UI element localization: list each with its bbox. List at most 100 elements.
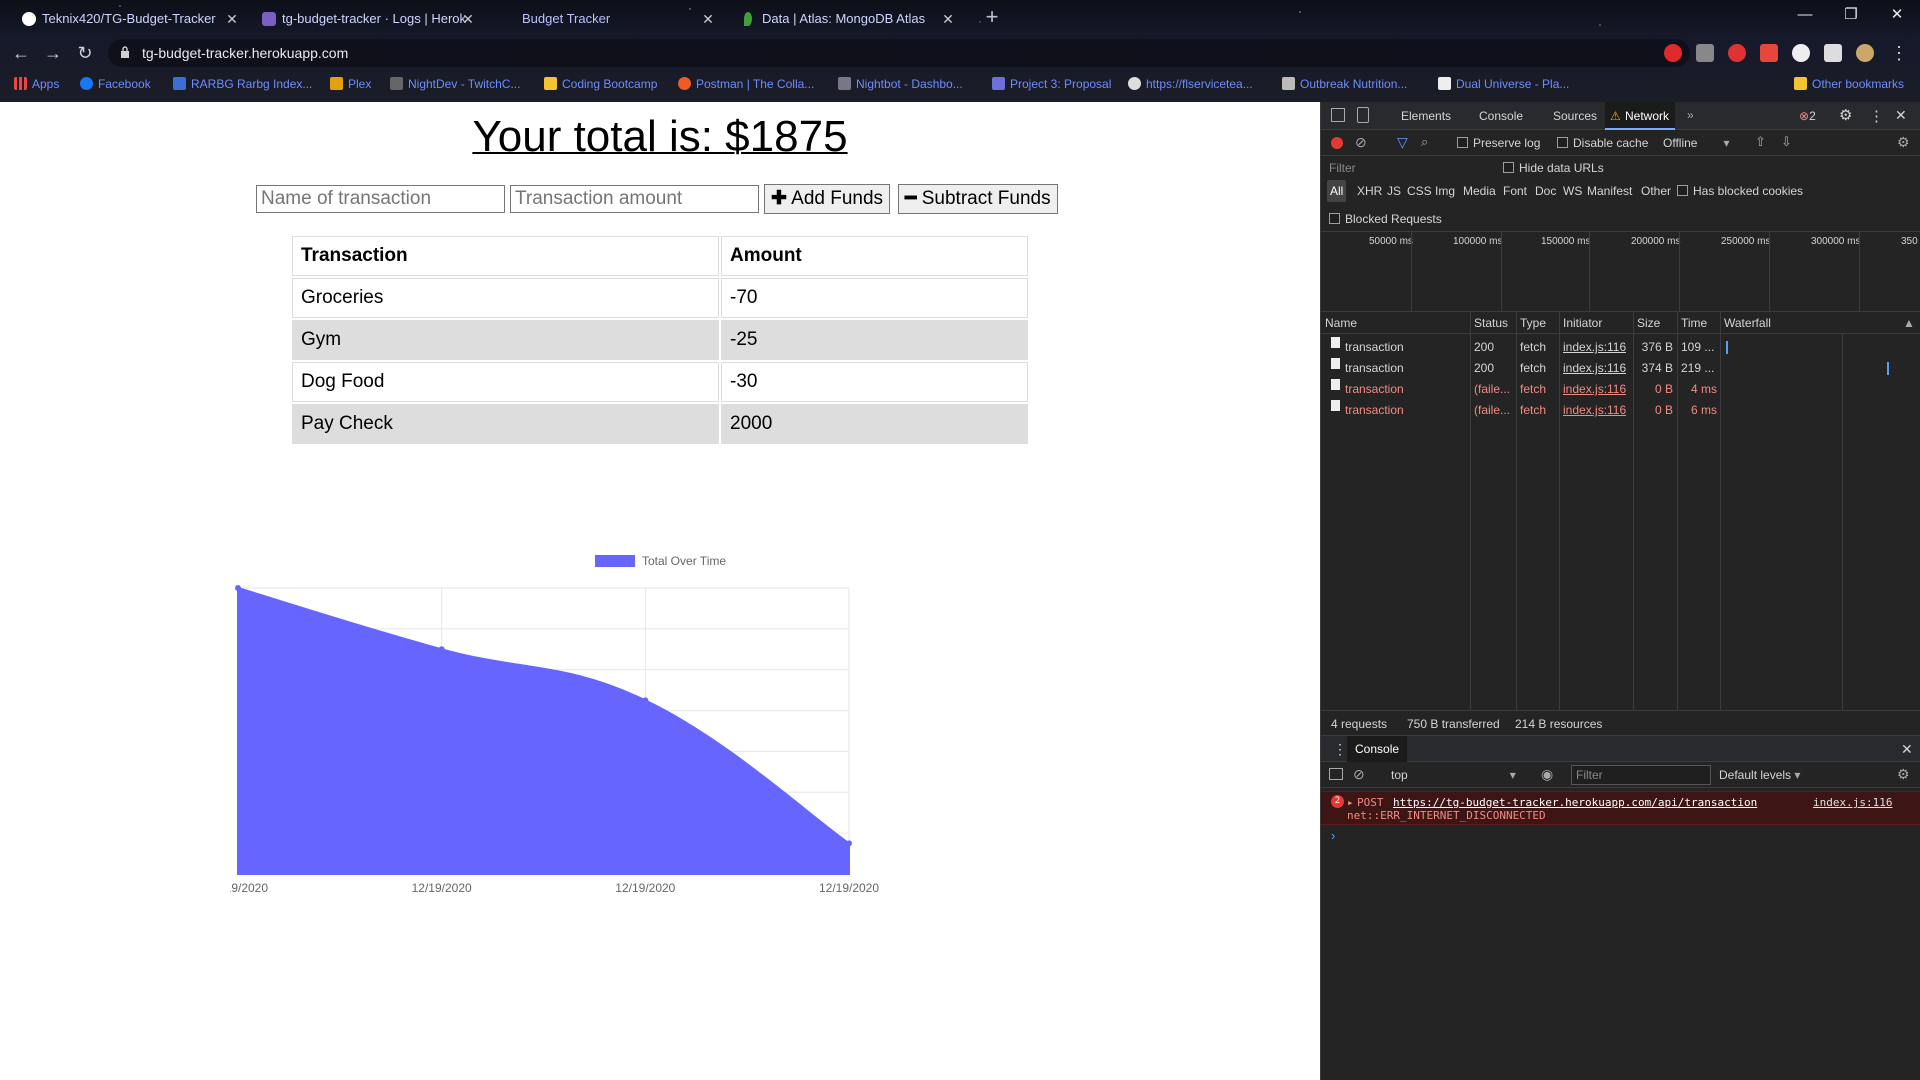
blocked-requests-checkbox[interactable]: Blocked Requests	[1329, 212, 1442, 226]
puzzle-icon[interactable]	[1824, 44, 1842, 62]
filter-css[interactable]: CSS	[1407, 180, 1432, 202]
expand-triangle-icon[interactable]: ▸	[1347, 796, 1354, 809]
context-select[interactable]: top ▾	[1391, 768, 1516, 782]
filter-media[interactable]: Media	[1463, 180, 1496, 202]
tab-budget-tracker[interactable]: Budget Tracker ✕	[498, 4, 716, 34]
device-toggle-icon[interactable]	[1357, 107, 1369, 123]
menu-kebab-icon[interactable]: ⋮	[1886, 40, 1912, 66]
close-icon[interactable]: ✕	[224, 4, 240, 34]
eye-icon[interactable]: ◉	[1541, 766, 1553, 783]
throttle-select[interactable]: Offline ▾	[1663, 136, 1730, 150]
preserve-log-checkbox[interactable]: Preserve log	[1457, 136, 1540, 150]
subtract-funds-button[interactable]: ━ Subtract Funds	[898, 184, 1058, 214]
minimize-button[interactable]: —	[1782, 0, 1828, 30]
bookmark-rarbg[interactable]: RARBG Rarbg Index...	[173, 72, 312, 96]
request-row[interactable]: transaction (faile... fetch index.js:116…	[1321, 379, 1920, 400]
kebab-menu-icon[interactable]: ⋮	[1869, 107, 1884, 125]
close-devtools-icon[interactable]: ✕	[1895, 107, 1907, 124]
bookmark-outbreak[interactable]: Outbreak Nutrition...	[1282, 72, 1407, 96]
filter-doc[interactable]: Doc	[1535, 180, 1556, 202]
error-url-link[interactable]: https://tg-budget-tracker.herokuapp.com/…	[1393, 796, 1757, 809]
drawer-menu-icon[interactable]: ⋮	[1333, 741, 1347, 758]
close-window-button[interactable]: ✕	[1874, 0, 1920, 30]
filter-input[interactable]: Filter	[1329, 161, 1499, 175]
clear-console-icon[interactable]: ⊘	[1353, 766, 1365, 783]
column-time[interactable]: Time	[1681, 312, 1707, 334]
column-status[interactable]: Status	[1474, 312, 1508, 334]
transaction-amount-input[interactable]	[510, 185, 759, 213]
add-funds-button[interactable]: ✚ Add Funds	[764, 184, 891, 214]
tab-console[interactable]: Console	[1473, 102, 1529, 130]
filter-manifest[interactable]: Manifest	[1587, 180, 1632, 202]
forward-button[interactable]: →	[40, 40, 66, 66]
close-icon[interactable]: ✕	[460, 4, 476, 34]
has-blocked-cookies-checkbox[interactable]: Has blocked cookies	[1677, 180, 1803, 202]
column-waterfall[interactable]: Waterfall	[1724, 312, 1771, 334]
tab-mongodb[interactable]: Data | Atlas: MongoDB Atlas ✕	[738, 4, 956, 34]
column-initiator[interactable]: Initiator	[1563, 312, 1602, 334]
tab-github[interactable]: Teknix420/TG-Budget-Tracker ✕	[18, 4, 240, 34]
filter-font[interactable]: Font	[1503, 180, 1527, 202]
extension-icon[interactable]	[1792, 44, 1810, 62]
error-counter[interactable]: ⊗2	[1799, 109, 1816, 123]
transaction-name-input[interactable]	[256, 185, 505, 213]
inspect-element-icon[interactable]	[1331, 108, 1345, 122]
back-button[interactable]: ←	[8, 40, 34, 66]
bookmark-flservice[interactable]: https://flservicetea...	[1128, 72, 1253, 96]
error-source-link[interactable]: index.js:116	[1813, 796, 1892, 809]
request-initiator[interactable]: index.js:116	[1563, 400, 1626, 421]
network-settings-icon[interactable]: ⚙	[1897, 134, 1910, 151]
clear-icon[interactable]: ⊘	[1355, 134, 1367, 151]
bookmark-coding-bootcamp[interactable]: Coding Bootcamp	[544, 72, 657, 96]
extension-icon[interactable]	[1760, 44, 1778, 62]
request-initiator[interactable]: index.js:116	[1563, 337, 1626, 358]
request-initiator[interactable]: index.js:116	[1563, 379, 1626, 400]
bookmark-apps[interactable]: Apps	[14, 72, 59, 96]
record-icon[interactable]	[1331, 137, 1343, 149]
bookmark-facebook[interactable]: Facebook	[80, 72, 151, 96]
request-initiator[interactable]: index.js:116	[1563, 358, 1626, 379]
export-har-icon[interactable]: ⇩	[1781, 134, 1792, 150]
column-name[interactable]: Name	[1325, 312, 1357, 334]
restore-button[interactable]: ❐	[1828, 0, 1874, 30]
bookmark-dual-universe[interactable]: Dual Universe - Pla...	[1438, 72, 1569, 96]
extension-icon[interactable]	[1728, 44, 1746, 62]
extension-icon[interactable]	[1696, 44, 1714, 62]
column-type[interactable]: Type	[1520, 312, 1546, 334]
disable-cache-checkbox[interactable]: Disable cache	[1557, 136, 1648, 150]
bookmark-nightbot[interactable]: Nightbot - Dashbo...	[838, 72, 963, 96]
import-har-icon[interactable]: ⇧	[1755, 134, 1766, 150]
bookmark-postman[interactable]: Postman | The Colla...	[678, 72, 814, 96]
bookmark-project3[interactable]: Project 3: Proposal	[992, 72, 1111, 96]
console-prompt[interactable]: ›	[1331, 828, 1335, 843]
new-tab-button[interactable]: +	[980, 4, 1004, 30]
filter-xhr[interactable]: XHR	[1357, 180, 1382, 202]
console-settings-icon[interactable]: ⚙	[1897, 766, 1910, 783]
tab-heroku[interactable]: tg-budget-tracker · Logs | Herok ✕	[258, 4, 476, 34]
request-row[interactable]: transaction 200 fetch index.js:116 374 B…	[1321, 358, 1920, 379]
filter-all[interactable]: All	[1327, 180, 1347, 202]
avatar[interactable]	[1856, 44, 1874, 62]
tab-network[interactable]: ⚠ Network	[1605, 102, 1676, 130]
search-icon[interactable]: ⌕	[1421, 134, 1428, 150]
column-size[interactable]: Size	[1637, 312, 1660, 334]
filter-js[interactable]: JS	[1387, 180, 1401, 202]
tab-elements[interactable]: Elements	[1395, 102, 1457, 130]
hide-data-urls-checkbox[interactable]: Hide data URLs	[1503, 161, 1604, 175]
sidebar-toggle-icon[interactable]	[1329, 768, 1343, 780]
request-row[interactable]: transaction 200 fetch index.js:116 376 B…	[1321, 337, 1920, 358]
close-drawer-icon[interactable]: ✕	[1901, 741, 1913, 758]
log-levels-select[interactable]: Default levels ▾	[1719, 768, 1800, 782]
close-icon[interactable]: ✕	[700, 4, 716, 34]
adblock-icon[interactable]	[1664, 44, 1682, 62]
reload-button[interactable]: ↻	[72, 40, 98, 66]
address-bar[interactable]: tg-budget-tracker.herokuapp.com ☆	[108, 39, 1690, 67]
settings-gear-icon[interactable]: ⚙	[1839, 106, 1852, 124]
bookmark-plex[interactable]: Plex	[330, 72, 371, 96]
filter-other[interactable]: Other	[1641, 180, 1671, 202]
request-row[interactable]: transaction (faile... fetch index.js:116…	[1321, 400, 1920, 421]
filter-icon[interactable]: ▽	[1397, 134, 1408, 151]
console-drawer-tab[interactable]: Console	[1347, 736, 1408, 762]
close-icon[interactable]: ✕	[940, 4, 956, 34]
filter-img[interactable]: Img	[1435, 180, 1455, 202]
